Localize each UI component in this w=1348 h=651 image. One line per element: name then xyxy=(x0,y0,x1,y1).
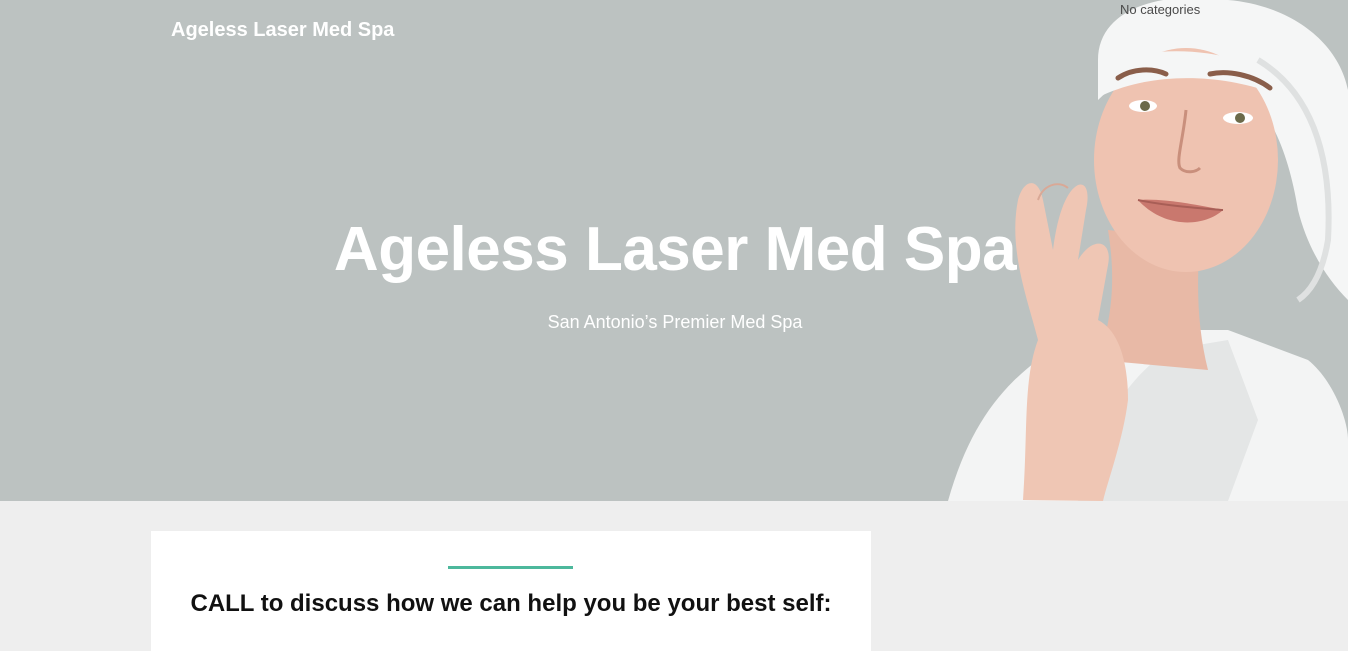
content-card: CALL to discuss how we can help you be y… xyxy=(151,531,871,651)
accent-divider xyxy=(448,566,573,569)
categories-status-text: No categories xyxy=(1120,2,1201,17)
hero-subheading: San Antonio’s Premier Med Spa xyxy=(547,312,803,332)
cta-heading: CALL to discuss how we can help you be y… xyxy=(190,590,832,617)
site-title-link[interactable]: Ageless Laser Med Spa xyxy=(171,19,394,42)
hero-section: Ageless Laser Med Spa No categories Agel… xyxy=(0,0,1348,501)
hero-heading: Ageless Laser Med Spa xyxy=(333,215,1017,284)
